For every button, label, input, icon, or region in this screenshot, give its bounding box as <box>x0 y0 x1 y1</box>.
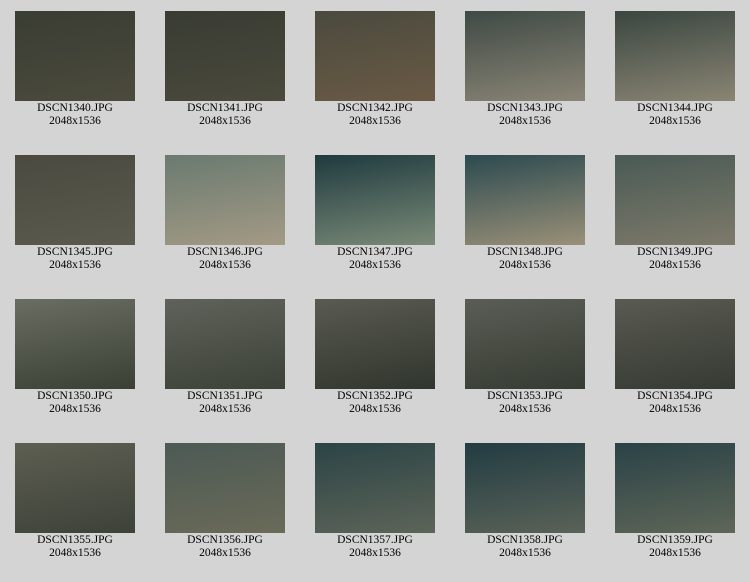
thumbnail-caption: DSCN1342.JPG 2048x1536 <box>300 102 450 128</box>
thumbnail-caption: DSCN1355.JPG 2048x1536 <box>0 534 150 560</box>
image-dimensions: 2048x1536 <box>49 547 101 559</box>
image-dimensions: 2048x1536 <box>649 547 701 559</box>
thumbnail-image[interactable] <box>165 443 285 533</box>
thumbnail-caption: DSCN1356.JPG 2048x1536 <box>150 534 300 560</box>
thumbnail-image[interactable] <box>315 11 435 101</box>
thumbnail-image[interactable] <box>165 155 285 245</box>
thumbnail-caption: DSCN1340.JPG 2048x1536 <box>0 102 150 128</box>
thumbnail-image[interactable] <box>465 11 585 101</box>
file-name: DSCN1341.JPG <box>187 102 263 114</box>
thumbnail-caption: DSCN1348.JPG 2048x1536 <box>450 246 600 272</box>
thumbnail-image[interactable] <box>315 155 435 245</box>
image-dimensions: 2048x1536 <box>199 403 251 415</box>
file-name: DSCN1358.JPG <box>487 534 563 546</box>
thumbnail-caption: DSCN1345.JPG 2048x1536 <box>0 246 150 272</box>
thumbnail-caption: DSCN1350.JPG 2048x1536 <box>0 390 150 416</box>
image-dimensions: 2048x1536 <box>349 115 401 127</box>
image-dimensions: 2048x1536 <box>649 403 701 415</box>
image-dimensions: 2048x1536 <box>49 403 101 415</box>
thumbnail-caption: DSCN1358.JPG 2048x1536 <box>450 534 600 560</box>
file-name: DSCN1348.JPG <box>487 246 563 258</box>
file-name: DSCN1351.JPG <box>187 390 263 402</box>
thumbnail-image[interactable] <box>15 443 135 533</box>
thumbnail-caption: DSCN1357.JPG 2048x1536 <box>300 534 450 560</box>
file-name: DSCN1355.JPG <box>37 534 113 546</box>
file-name: DSCN1340.JPG <box>37 102 113 114</box>
file-name: DSCN1346.JPG <box>187 246 263 258</box>
file-name: DSCN1353.JPG <box>487 390 563 402</box>
file-name: DSCN1356.JPG <box>187 534 263 546</box>
thumbnail-image[interactable] <box>15 299 135 389</box>
image-dimensions: 2048x1536 <box>499 403 551 415</box>
file-name: DSCN1359.JPG <box>637 534 713 546</box>
thumbnail-caption: DSCN1343.JPG 2048x1536 <box>450 102 600 128</box>
thumbnail-image[interactable] <box>315 299 435 389</box>
image-dimensions: 2048x1536 <box>199 115 251 127</box>
thumbnail-caption: DSCN1351.JPG 2048x1536 <box>150 390 300 416</box>
file-name: DSCN1342.JPG <box>337 102 413 114</box>
image-dimensions: 2048x1536 <box>499 547 551 559</box>
file-name: DSCN1352.JPG <box>337 390 413 402</box>
thumbnail-caption: DSCN1344.JPG 2048x1536 <box>600 102 750 128</box>
thumbnail-caption: DSCN1341.JPG 2048x1536 <box>150 102 300 128</box>
thumbnail-image[interactable] <box>615 299 735 389</box>
file-name: DSCN1349.JPG <box>637 246 713 258</box>
image-dimensions: 2048x1536 <box>649 259 701 271</box>
thumbnail-image[interactable] <box>15 155 135 245</box>
image-dimensions: 2048x1536 <box>349 403 401 415</box>
thumbnail-caption: DSCN1349.JPG 2048x1536 <box>600 246 750 272</box>
image-dimensions: 2048x1536 <box>49 115 101 127</box>
thumbnail-image[interactable] <box>615 11 735 101</box>
thumbnail-image[interactable] <box>465 155 585 245</box>
image-dimensions: 2048x1536 <box>499 259 551 271</box>
file-name: DSCN1357.JPG <box>337 534 413 546</box>
file-name: DSCN1345.JPG <box>37 246 113 258</box>
image-dimensions: 2048x1536 <box>199 547 251 559</box>
thumbnail-image[interactable] <box>165 11 285 101</box>
file-name: DSCN1347.JPG <box>337 246 413 258</box>
thumbnail-image[interactable] <box>165 299 285 389</box>
thumbnail-caption: DSCN1347.JPG 2048x1536 <box>300 246 450 272</box>
thumbnail-image[interactable] <box>315 443 435 533</box>
file-name: DSCN1344.JPG <box>637 102 713 114</box>
image-dimensions: 2048x1536 <box>649 115 701 127</box>
thumbnail-image[interactable] <box>465 443 585 533</box>
file-name: DSCN1350.JPG <box>37 390 113 402</box>
thumbnail-caption: DSCN1354.JPG 2048x1536 <box>600 390 750 416</box>
thumbnail-image[interactable] <box>465 299 585 389</box>
file-name: DSCN1354.JPG <box>637 390 713 402</box>
thumbnail-caption: DSCN1352.JPG 2048x1536 <box>300 390 450 416</box>
thumbnail-image[interactable] <box>15 11 135 101</box>
thumbnail-image[interactable] <box>615 443 735 533</box>
image-dimensions: 2048x1536 <box>199 259 251 271</box>
thumbnail-caption: DSCN1359.JPG 2048x1536 <box>600 534 750 560</box>
image-dimensions: 2048x1536 <box>349 547 401 559</box>
thumbnail-image[interactable] <box>615 155 735 245</box>
file-name: DSCN1343.JPG <box>487 102 563 114</box>
image-dimensions: 2048x1536 <box>499 115 551 127</box>
thumbnail-caption: DSCN1346.JPG 2048x1536 <box>150 246 300 272</box>
image-dimensions: 2048x1536 <box>349 259 401 271</box>
image-dimensions: 2048x1536 <box>49 259 101 271</box>
thumbnail-caption: DSCN1353.JPG 2048x1536 <box>450 390 600 416</box>
